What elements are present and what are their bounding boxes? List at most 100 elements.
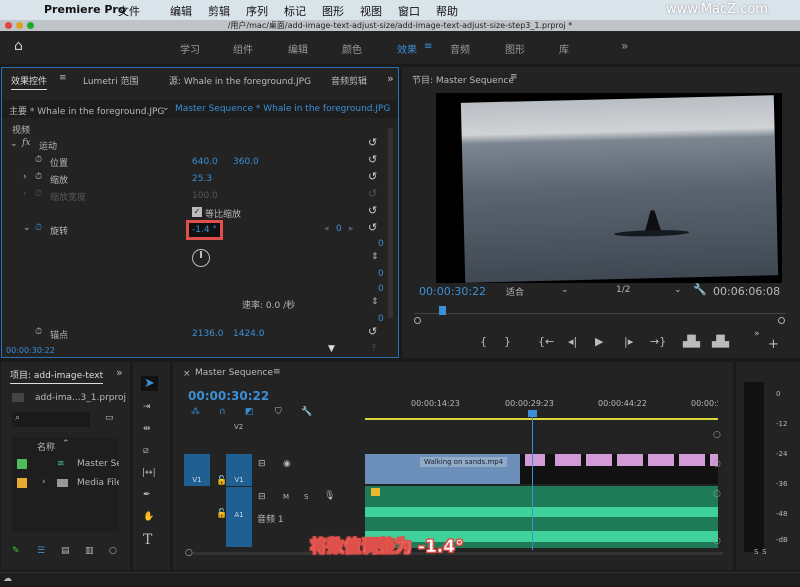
chevron-right-icon[interactable]: › bbox=[42, 477, 46, 487]
graph-scale-icon[interactable]: ⇕ bbox=[371, 297, 379, 307]
solo-button[interactable]: S bbox=[304, 493, 308, 501]
add-keyframe-button[interactable]: 0 bbox=[336, 224, 342, 234]
position-y-value[interactable]: 360.0 bbox=[233, 157, 259, 167]
minimize-window-button[interactable] bbox=[16, 22, 23, 29]
solo-right-button[interactable]: S bbox=[762, 548, 766, 556]
menu-help[interactable]: 帮助 bbox=[436, 3, 458, 19]
hand-tool-icon[interactable]: ✋ bbox=[143, 512, 154, 522]
program-monitor-title[interactable]: 节目: Master Sequence bbox=[412, 73, 514, 86]
reset-icon[interactable]: ↺ bbox=[368, 325, 377, 338]
work-area-bar[interactable] bbox=[365, 418, 718, 420]
timeline-timecode[interactable]: 00:00:30:22 bbox=[188, 389, 269, 403]
app-menu[interactable]: Premiere Pro bbox=[44, 3, 125, 16]
toggle-sync-lock-icon[interactable]: ⊟ bbox=[258, 492, 266, 502]
eye-icon[interactable]: ◉ bbox=[283, 459, 291, 469]
source-v1-patch[interactable]: V1 bbox=[184, 454, 210, 486]
track-v1-target[interactable]: V1 bbox=[226, 454, 252, 486]
workspace-libraries[interactable]: 库 bbox=[559, 41, 569, 56]
microphone-icon[interactable]: 🎙 bbox=[324, 491, 335, 501]
new-bin-icon[interactable]: ▭ bbox=[105, 413, 114, 423]
play-button[interactable]: ▶ bbox=[595, 335, 603, 348]
image-clip[interactable] bbox=[525, 454, 545, 466]
pen-tool-icon[interactable]: ✒ bbox=[143, 490, 151, 500]
playback-ruler[interactable] bbox=[414, 313, 786, 314]
chevron-down-icon[interactable]: ⌄ bbox=[10, 139, 18, 149]
wrench-icon[interactable]: 🔧 bbox=[301, 407, 312, 417]
more-workspaces-icon[interactable]: » bbox=[621, 39, 628, 53]
zoom-handle-left[interactable] bbox=[414, 317, 421, 324]
reset-icon[interactable]: ↺ bbox=[368, 153, 377, 166]
mark-out-button[interactable]: } bbox=[504, 335, 511, 348]
graph-scale-icon[interactable]: ⇕ bbox=[371, 252, 379, 262]
go-to-out-button[interactable]: →} bbox=[650, 335, 666, 348]
workspace-learn[interactable]: 学习 bbox=[180, 41, 200, 56]
more-tabs-icon[interactable]: » bbox=[116, 366, 123, 379]
menu-file[interactable]: 文件 bbox=[118, 3, 140, 19]
menu-window[interactable]: 窗口 bbox=[398, 3, 420, 19]
menu-graphics[interactable]: 图形 bbox=[322, 3, 344, 19]
tab-audio-clip-mixer[interactable]: 音频剪辑 bbox=[331, 74, 367, 87]
prev-keyframe-icon[interactable]: ◂ bbox=[324, 224, 329, 234]
scrollbar[interactable] bbox=[388, 128, 393, 318]
menu-icon[interactable]: ≡ bbox=[424, 41, 432, 52]
effect-timecode[interactable]: 00:00:30:22 bbox=[6, 346, 55, 355]
next-keyframe-icon[interactable]: ▸ bbox=[349, 224, 354, 234]
tab-lumetri-scopes[interactable]: Lumetri 范围 bbox=[83, 74, 138, 87]
export-icon[interactable]: ⤒ bbox=[372, 344, 376, 354]
tab-master-sequence[interactable]: Master Sequence bbox=[195, 368, 273, 378]
workspace-color[interactable]: 颜色 bbox=[342, 41, 362, 56]
rotation-dial[interactable] bbox=[192, 249, 210, 267]
menu-sequence[interactable]: 序列 bbox=[246, 3, 268, 19]
icon-view-icon[interactable]: ▤ bbox=[61, 546, 70, 556]
list-view-icon[interactable]: ☰ bbox=[37, 546, 45, 556]
solo-left-button[interactable]: S bbox=[754, 548, 758, 556]
razor-tool-icon[interactable]: ⧄ bbox=[143, 446, 149, 456]
menu-marker[interactable]: 标记 bbox=[284, 3, 306, 19]
playhead[interactable] bbox=[439, 306, 446, 315]
step-back-button[interactable]: ◂| bbox=[568, 335, 577, 348]
chevron-down-icon[interactable]: ⌄ bbox=[162, 103, 170, 113]
stopwatch-icon[interactable]: ⏱ bbox=[35, 223, 42, 233]
panel-menu-icon[interactable]: ≡ bbox=[510, 72, 518, 82]
zoom-window-button[interactable] bbox=[27, 22, 34, 29]
panel-menu-icon[interactable]: ≡ bbox=[59, 73, 67, 83]
linked-selection-icon[interactable]: ◩ bbox=[245, 407, 254, 417]
mark-in-button[interactable]: { bbox=[480, 335, 487, 348]
reset-icon[interactable]: ↺ bbox=[368, 204, 377, 217]
track-height-handle[interactable]: ○ bbox=[713, 489, 721, 499]
position-x-value[interactable]: 640.0 bbox=[192, 157, 218, 167]
go-to-in-button[interactable]: {← bbox=[538, 335, 554, 348]
add-button[interactable]: + bbox=[768, 337, 779, 352]
pencil-icon[interactable]: ✎ bbox=[12, 546, 20, 556]
zoom-handle-right[interactable] bbox=[778, 317, 785, 324]
sort-ascending-icon[interactable]: ⌃ bbox=[62, 439, 70, 449]
lock-icon[interactable]: 🔓 bbox=[216, 509, 227, 519]
fx-icon[interactable]: fx bbox=[22, 138, 30, 148]
reset-icon[interactable]: ↺ bbox=[368, 221, 377, 234]
extract-button[interactable]: ▟▙ bbox=[712, 335, 729, 348]
program-timecode[interactable]: 00:00:30:22 bbox=[419, 285, 486, 298]
ripple-edit-tool-icon[interactable]: ⇹ bbox=[143, 424, 151, 434]
image-clip[interactable] bbox=[679, 454, 705, 466]
scale-value[interactable]: 25.3 bbox=[192, 174, 212, 184]
home-icon[interactable]: ⌂ bbox=[14, 38, 23, 54]
lift-button[interactable]: ▟▙ bbox=[683, 335, 700, 348]
search-input[interactable]: ⌕ bbox=[12, 412, 90, 427]
freeform-view-icon[interactable]: ▥ bbox=[85, 546, 94, 556]
image-clip[interactable] bbox=[617, 454, 643, 466]
reset-icon[interactable]: ↺ bbox=[368, 170, 377, 183]
add-marker-icon[interactable]: ⛉ bbox=[275, 407, 282, 417]
fit-dropdown[interactable]: 适合 ⌄ bbox=[506, 285, 570, 298]
image-clip[interactable] bbox=[648, 454, 674, 466]
menu-clip[interactable]: 剪辑 bbox=[208, 3, 230, 19]
image-clip[interactable] bbox=[586, 454, 612, 466]
tab-source[interactable]: 源: Whale in the foreground.JPG bbox=[169, 74, 311, 87]
selection-tool-icon[interactable]: ➤ bbox=[141, 376, 158, 391]
workspace-editing[interactable]: 编辑 bbox=[288, 41, 308, 56]
uniform-scale-checkbox[interactable]: ✓ bbox=[192, 207, 202, 217]
image-clip[interactable] bbox=[555, 454, 581, 466]
zoom-slider[interactable]: ○ bbox=[109, 546, 117, 556]
close-icon[interactable]: × bbox=[183, 369, 191, 379]
panel-menu-icon[interactable]: ≡ bbox=[273, 367, 281, 377]
sequence-clip-label[interactable]: Master Sequence * Whale in the foregroun… bbox=[175, 104, 390, 114]
